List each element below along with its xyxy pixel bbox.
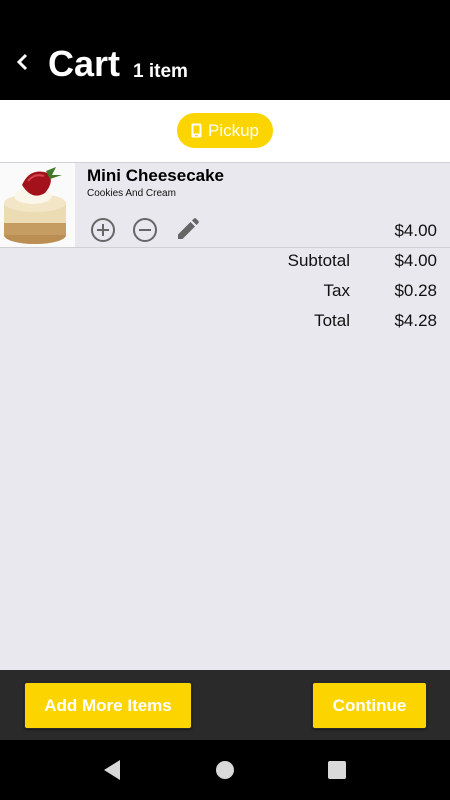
- item-price: $4.00: [394, 221, 437, 240]
- continue-button[interactable]: Continue: [312, 682, 427, 729]
- back-button[interactable]: [8, 46, 36, 78]
- app-header: Cart 1 item: [0, 0, 450, 100]
- item-image: [0, 163, 75, 247]
- order-mode-bar: Pickup: [0, 100, 450, 163]
- triangle-back-icon: [104, 760, 120, 780]
- pencil-icon: [178, 218, 199, 239]
- tax-value: $0.28: [394, 281, 437, 300]
- page-title: Cart: [48, 43, 121, 84]
- total-label: Total: [314, 311, 350, 330]
- pickup-button[interactable]: Pickup: [177, 113, 273, 148]
- subtotal-label: Subtotal: [287, 251, 350, 270]
- tax-label: Tax: [323, 281, 350, 300]
- phone-icon: [191, 123, 202, 138]
- cart-footer: Add More Items Continue: [0, 670, 450, 740]
- system-recents-button[interactable]: [324, 757, 350, 783]
- system-back-button[interactable]: [99, 757, 125, 783]
- item-name: Mini Cheesecake: [87, 166, 225, 185]
- remove-circle-icon: [133, 218, 157, 242]
- subtotal-value: $4.00: [394, 251, 437, 270]
- total-value: $4.28: [394, 311, 437, 330]
- circle-home-icon: [216, 761, 234, 779]
- increase-quantity-button[interactable]: [89, 216, 117, 244]
- item-count: 1 item: [133, 61, 188, 82]
- decrease-quantity-button[interactable]: [131, 216, 159, 244]
- add-circle-icon: [91, 218, 115, 242]
- chevron-left-icon: [16, 53, 28, 71]
- system-home-button[interactable]: [212, 757, 238, 783]
- edit-item-button[interactable]: [173, 216, 201, 244]
- system-nav-bar: [0, 740, 450, 800]
- pickup-label: Pickup: [207, 120, 260, 140]
- add-more-items-button[interactable]: Add More Items: [24, 682, 192, 729]
- square-recents-icon: [328, 761, 346, 779]
- item-variant: Cookies And Cream: [87, 188, 176, 199]
- cart-item-row: [0, 162, 450, 248]
